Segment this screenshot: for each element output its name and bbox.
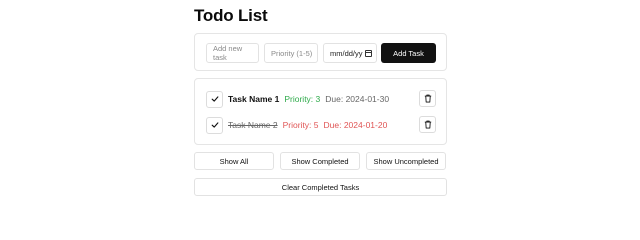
list-item: Task Name 1 Priority: 3 Due: 2024-01-30 xyxy=(206,90,436,108)
calendar-icon[interactable] xyxy=(365,49,372,57)
page-title: Todo List xyxy=(194,6,268,25)
task-name: Task Name 2 xyxy=(228,120,278,130)
task-list: Task Name 1 Priority: 3 Due: 2024-01-30 … xyxy=(194,78,447,145)
trash-icon xyxy=(424,120,431,129)
delete-button[interactable] xyxy=(419,116,436,133)
due-date-placeholder: mm/dd/yy xyxy=(330,48,363,58)
list-item: Task Name 2 Priority: 5 Due: 2024-01-20 xyxy=(206,116,436,134)
task-due-date: Due: 2024-01-20 xyxy=(323,120,388,130)
complete-checkbox[interactable] xyxy=(206,90,223,108)
clear-completed-button[interactable]: Clear Completed Tasks xyxy=(194,178,447,196)
add-task-button[interactable]: Add Task xyxy=(381,43,436,63)
show-all-button[interactable]: Show All xyxy=(194,152,274,170)
task-priority: Priority: 5 xyxy=(282,120,319,130)
check-icon xyxy=(211,96,218,102)
show-completed-button[interactable]: Show Completed xyxy=(280,152,360,170)
task-name-input[interactable]: Add new task xyxy=(206,43,259,63)
due-date-input[interactable]: mm/dd/yy xyxy=(323,43,377,63)
delete-button[interactable] xyxy=(419,90,436,107)
task-priority: Priority: 3 xyxy=(284,94,321,104)
add-task-form: Add new task Priority (1-5) mm/dd/yy Add… xyxy=(194,33,447,71)
priority-input[interactable]: Priority (1-5) xyxy=(264,43,318,63)
task-name: Task Name 1 xyxy=(228,94,280,104)
show-uncompleted-button[interactable]: Show Uncompleted xyxy=(366,152,446,170)
trash-icon xyxy=(424,94,431,103)
check-icon xyxy=(211,122,218,128)
complete-checkbox[interactable] xyxy=(206,116,223,134)
task-due-date: Due: 2024-01-30 xyxy=(325,94,390,104)
